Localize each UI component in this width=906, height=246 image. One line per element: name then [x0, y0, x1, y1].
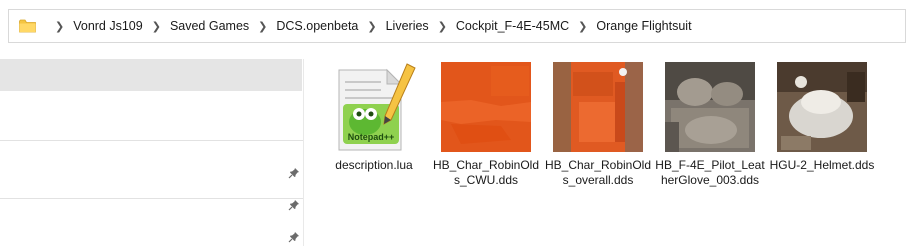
- orange-texture: [441, 62, 531, 152]
- breadcrumb-orange-flightsuit[interactable]: Orange Flightsuit: [596, 19, 691, 33]
- file-item[interactable]: HB_Char_RobinOlds_CWU.dds: [430, 62, 542, 212]
- chevron-right-icon[interactable]: ❯: [367, 20, 376, 33]
- file-name[interactable]: HB_Char_RobinOlds_overall.dds: [542, 158, 654, 188]
- pin-icon[interactable]: [288, 167, 300, 179]
- orange-overall-texture: [553, 62, 643, 152]
- breadcrumb-vonrd-js109[interactable]: Vonrd Js109: [73, 19, 143, 33]
- breadcrumb-cockpit-f4e[interactable]: Cockpit_F-4E-45MC: [456, 19, 569, 33]
- nav-item-selected[interactable]: [0, 59, 302, 91]
- chevron-right-icon[interactable]: ❯: [438, 20, 447, 33]
- address-bar[interactable]: ❯ Vonrd Js109 ❯ Saved Games ❯ DCS.openbe…: [8, 9, 906, 43]
- breadcrumb-liveries[interactable]: Liveries: [386, 19, 429, 33]
- chevron-right-icon[interactable]: ❯: [258, 20, 267, 33]
- file-name[interactable]: HB_Char_RobinOlds_CWU.dds: [430, 158, 542, 188]
- file-item[interactable]: HGU-2_Helmet.dds: [766, 62, 878, 212]
- nav-divider: [0, 198, 304, 199]
- nav-divider: [0, 140, 304, 141]
- file-item[interactable]: Notepad++ description.lua: [318, 62, 430, 212]
- file-item[interactable]: HB_F-4E_Pilot_LeatherGlove_003.dds: [654, 62, 766, 212]
- breadcrumb-dcs-openbeta[interactable]: DCS.openbeta: [276, 19, 358, 33]
- svg-text:Notepad++: Notepad++: [348, 132, 395, 142]
- pin-icon[interactable]: [288, 231, 300, 243]
- chevron-right-icon[interactable]: ❯: [55, 20, 64, 33]
- helmet-texture: [777, 62, 867, 152]
- file-name[interactable]: HB_F-4E_Pilot_LeatherGlove_003.dds: [654, 158, 766, 188]
- chevron-right-icon[interactable]: ❯: [152, 20, 161, 33]
- leather-glove-texture: [665, 62, 755, 152]
- notepad-plus-plus-icon: Notepad++: [338, 63, 416, 151]
- file-item[interactable]: HB_Char_RobinOlds_overall.dds: [542, 62, 654, 212]
- navigation-pane: [0, 59, 304, 246]
- file-name[interactable]: description.lua: [318, 158, 430, 173]
- chevron-right-icon[interactable]: ❯: [578, 20, 587, 33]
- pin-icon[interactable]: [288, 199, 300, 211]
- pane-divider[interactable]: [303, 59, 304, 246]
- folder-icon: [19, 19, 36, 33]
- breadcrumb-saved-games[interactable]: Saved Games: [170, 19, 249, 33]
- file-name[interactable]: HGU-2_Helmet.dds: [766, 158, 878, 173]
